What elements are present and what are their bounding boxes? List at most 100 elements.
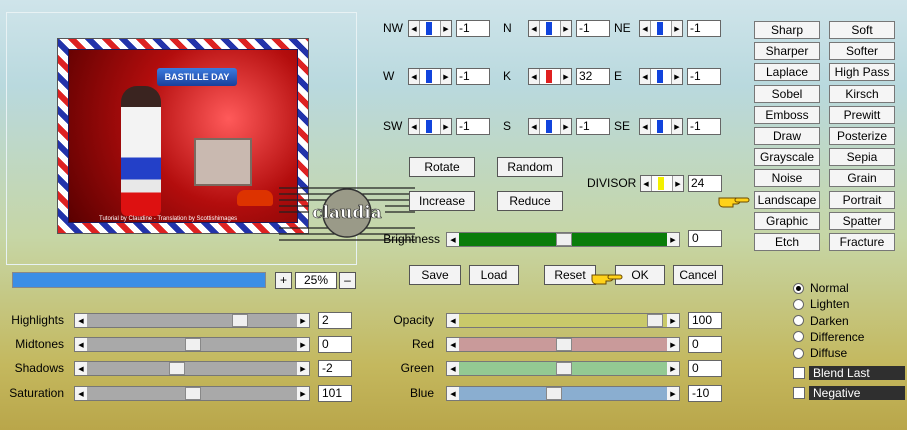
blue-input[interactable]: -10: [688, 385, 722, 402]
slider-left-arrow-icon[interactable]: ◀: [640, 119, 651, 134]
preset-fracture-button[interactable]: Fracture: [829, 233, 895, 251]
radio-button[interactable]: [793, 282, 804, 294]
slider-right-arrow-icon[interactable]: ▶: [671, 21, 682, 36]
slider-left-arrow-icon[interactable]: ◀: [640, 21, 651, 36]
shadows-slider[interactable]: ◀ ▶: [74, 361, 310, 376]
slider-left-arrow-icon[interactable]: ◀: [529, 69, 540, 84]
reset-button[interactable]: Reset: [544, 265, 596, 285]
blue-slider[interactable]: ◀ ▶: [446, 386, 680, 401]
radio-button[interactable]: [793, 298, 804, 310]
slider-thumb[interactable]: [426, 22, 432, 35]
matrix-value-input[interactable]: 32: [576, 68, 610, 85]
blend-mode-normal[interactable]: Normal: [793, 281, 849, 295]
slider-right-arrow-icon[interactable]: ▶: [667, 387, 679, 400]
preset-noise-button[interactable]: Noise: [754, 169, 820, 188]
matrix-slider[interactable]: ◀ ▶: [528, 68, 572, 85]
slider-right-arrow-icon[interactable]: ▶: [440, 119, 451, 134]
preset-kirsch-button[interactable]: Kirsch: [829, 84, 895, 103]
preset-sharp-button[interactable]: Sharp: [754, 21, 820, 39]
blend-mode-diffuse[interactable]: Diffuse: [793, 346, 847, 360]
slider-left-arrow-icon[interactable]: ◀: [447, 314, 459, 327]
matrix-value-input[interactable]: -1: [576, 118, 610, 135]
rotate-button[interactable]: Rotate: [409, 157, 475, 177]
slider-right-arrow-icon[interactable]: ▶: [297, 362, 309, 375]
slider-thumb[interactable]: [546, 70, 552, 83]
preset-high-pass-button[interactable]: High Pass: [829, 63, 895, 82]
preset-posterize-button[interactable]: Posterize: [829, 127, 895, 145]
zoom-out-button[interactable]: –: [339, 272, 356, 289]
matrix-value-input[interactable]: -1: [687, 68, 721, 85]
slider-left-arrow-icon[interactable]: ◀: [529, 119, 540, 134]
slider-thumb[interactable]: [556, 338, 572, 351]
matrix-slider[interactable]: ◀ ▶: [528, 20, 572, 37]
highlights-slider[interactable]: ◀ ▶: [74, 313, 310, 328]
slider-right-arrow-icon[interactable]: ▶: [560, 21, 571, 36]
slider-right-arrow-icon[interactable]: ▶: [440, 21, 451, 36]
slider-left-arrow-icon[interactable]: ◀: [409, 21, 420, 36]
preset-soft-button[interactable]: Soft: [829, 21, 895, 39]
preset-draw-button[interactable]: Draw: [754, 127, 820, 145]
slider-left-arrow-icon[interactable]: ◀: [409, 119, 420, 134]
slider-right-arrow-icon[interactable]: ▶: [667, 233, 679, 246]
slider-left-arrow-icon[interactable]: ◀: [447, 387, 459, 400]
matrix-slider[interactable]: ◀ ▶: [639, 118, 683, 135]
midtones-input[interactable]: 0: [318, 336, 352, 353]
slider-thumb[interactable]: [556, 233, 572, 246]
slider-thumb[interactable]: [546, 22, 552, 35]
brightness-slider[interactable]: ◀ ▶: [446, 232, 680, 247]
slider-right-arrow-icon[interactable]: ▶: [440, 69, 451, 84]
slider-thumb[interactable]: [647, 314, 663, 327]
matrix-slider[interactable]: ◀ ▶: [408, 20, 452, 37]
slider-thumb[interactable]: [185, 387, 201, 400]
slider-thumb[interactable]: [232, 314, 248, 327]
slider-thumb[interactable]: [657, 120, 663, 133]
slider-thumb[interactable]: [185, 338, 201, 351]
blend-mode-lighten[interactable]: Lighten: [793, 297, 849, 311]
divisor-input[interactable]: 24: [688, 175, 722, 192]
preset-laplace-button[interactable]: Laplace: [754, 63, 820, 82]
slider-left-arrow-icon[interactable]: ◀: [75, 314, 87, 327]
slider-left-arrow-icon[interactable]: ◀: [447, 233, 459, 246]
highlights-input[interactable]: 2: [318, 312, 352, 329]
matrix-value-input[interactable]: -1: [456, 68, 490, 85]
matrix-slider[interactable]: ◀ ▶: [408, 118, 452, 135]
radio-button[interactable]: [793, 347, 804, 359]
preset-etch-button[interactable]: Etch: [754, 233, 820, 251]
red-slider[interactable]: ◀ ▶: [446, 337, 680, 352]
blend-last-checkbox[interactable]: [793, 367, 805, 379]
slider-left-arrow-icon[interactable]: ◀: [641, 176, 652, 191]
slider-right-arrow-icon[interactable]: ▶: [297, 387, 309, 400]
blend-mode-difference[interactable]: Difference: [793, 330, 864, 344]
slider-right-arrow-icon[interactable]: ▶: [667, 362, 679, 375]
midtones-slider[interactable]: ◀ ▶: [74, 337, 310, 352]
negative-option[interactable]: Negative: [793, 386, 905, 400]
slider-right-arrow-icon[interactable]: ▶: [297, 314, 309, 327]
red-input[interactable]: 0: [688, 336, 722, 353]
slider-left-arrow-icon[interactable]: ◀: [529, 21, 540, 36]
preset-grain-button[interactable]: Grain: [829, 169, 895, 188]
slider-thumb[interactable]: [657, 22, 663, 35]
preset-spatter-button[interactable]: Spatter: [829, 211, 895, 230]
slider-right-arrow-icon[interactable]: ▶: [671, 119, 682, 134]
slider-right-arrow-icon[interactable]: ▶: [297, 338, 309, 351]
radio-button[interactable]: [793, 315, 804, 327]
slider-right-arrow-icon[interactable]: ▶: [667, 314, 679, 327]
matrix-slider[interactable]: ◀ ▶: [408, 68, 452, 85]
random-button[interactable]: Random: [497, 157, 563, 177]
matrix-value-input[interactable]: -1: [456, 118, 490, 135]
slider-left-arrow-icon[interactable]: ◀: [75, 338, 87, 351]
slider-left-arrow-icon[interactable]: ◀: [75, 387, 87, 400]
matrix-value-input[interactable]: -1: [687, 118, 721, 135]
preset-sepia-button[interactable]: Sepia: [829, 148, 895, 167]
matrix-value-input[interactable]: -1: [576, 20, 610, 37]
matrix-slider[interactable]: ◀ ▶: [639, 68, 683, 85]
preset-graphic-button[interactable]: Graphic: [754, 211, 820, 230]
matrix-value-input[interactable]: -1: [456, 20, 490, 37]
preset-portrait-button[interactable]: Portrait: [829, 190, 895, 209]
increase-button[interactable]: Increase: [409, 191, 475, 211]
slider-right-arrow-icon[interactable]: ▶: [560, 119, 571, 134]
brightness-input[interactable]: 0: [688, 230, 722, 247]
matrix-value-input[interactable]: -1: [687, 20, 721, 37]
radio-button[interactable]: [793, 331, 804, 343]
slider-thumb[interactable]: [169, 362, 185, 375]
